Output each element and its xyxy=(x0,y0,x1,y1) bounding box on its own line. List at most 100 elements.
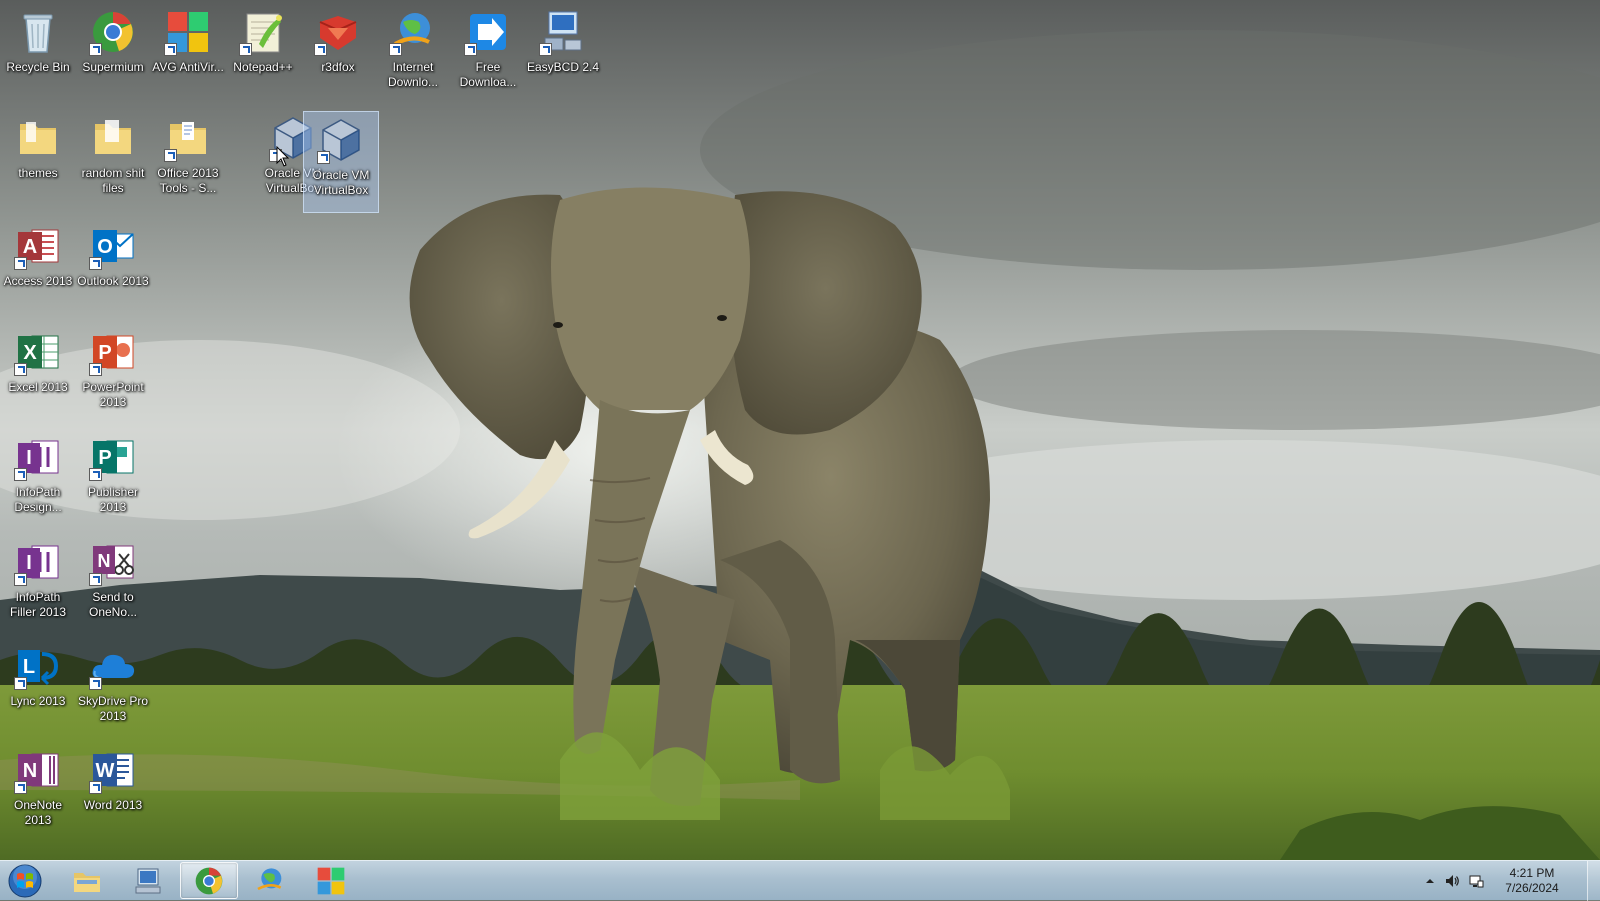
desktop-icon-random-files-folder[interactable]: random shit files xyxy=(76,110,150,210)
desktop-icon-label: themes xyxy=(18,166,58,180)
desktop-icon-excel[interactable]: X Excel 2013 xyxy=(1,324,75,424)
desktop-icon-word[interactable]: W Word 2013 xyxy=(76,742,150,842)
taskbar-internet-download-manager[interactable] xyxy=(241,862,299,899)
shortcut-arrow-icon xyxy=(239,43,252,56)
send-to-onenote-icon: N xyxy=(89,538,137,586)
supermium-icon xyxy=(195,867,223,894)
desktop-icon-label: InfoPath Design... xyxy=(14,485,62,514)
desktop-icon-notepad-plus-plus[interactable]: Notepad++ xyxy=(226,4,300,104)
desktop-icon-supermium[interactable]: Supermium xyxy=(76,4,150,104)
this-pc-icon xyxy=(135,868,161,893)
notepad-plus-plus-icon xyxy=(239,8,287,56)
desktop-icon-label: Recycle Bin xyxy=(6,60,70,74)
desktop-icon-label: Notepad++ xyxy=(233,60,293,74)
system-clock[interactable]: 4:21 PM 7/26/2024 xyxy=(1502,866,1562,896)
taskbar-avg-antivirus[interactable] xyxy=(302,862,360,899)
desktop-icon-r3dfox[interactable]: r3dfox xyxy=(301,4,375,104)
shortcut-arrow-icon xyxy=(317,151,330,164)
desktop-icon-label: Oracle VM VirtualBox xyxy=(312,168,370,197)
desktop-icon-free-download-manager[interactable]: Free Downloa... xyxy=(451,4,525,104)
show-desktop-button[interactable] xyxy=(1587,861,1600,901)
clock-date: 7/26/2024 xyxy=(1505,881,1559,895)
desktop-icon-onenote[interactable]: N OneNote 2013 xyxy=(1,742,75,842)
start-button[interactable] xyxy=(5,862,45,900)
desktop-icon-label: Supermium xyxy=(82,60,144,74)
folder-icon xyxy=(89,114,137,162)
lync-icon: L xyxy=(14,642,62,690)
desktop-icon-label: random shit files xyxy=(81,166,145,195)
desktop-icon-office-tools-folder[interactable]: Office 2013 Tools - S... xyxy=(151,110,225,210)
mouse-cursor-icon xyxy=(276,146,290,167)
shortcut-arrow-icon xyxy=(389,43,402,56)
r3dfox-icon xyxy=(314,8,362,56)
desktop-icon-access[interactable]: A Access 2013 xyxy=(1,218,75,318)
excel-icon: X xyxy=(14,328,62,376)
desktop-icon-recycle-bin[interactable]: Recycle Bin xyxy=(1,4,75,104)
svg-text:W: W xyxy=(96,760,115,782)
desktop-icon-label: Free Downloa... xyxy=(459,60,517,89)
shortcut-arrow-icon xyxy=(89,573,102,586)
svg-text:I: I xyxy=(26,552,32,574)
show-hidden-icons-chevron-icon[interactable] xyxy=(1422,873,1438,889)
shortcut-arrow-icon xyxy=(539,43,552,56)
svg-text:N: N xyxy=(98,551,111,571)
shortcut-arrow-icon xyxy=(14,257,27,270)
desktop-icon-easybcd[interactable]: EasyBCD 2.4 xyxy=(526,4,600,104)
desktop-icon-powerpoint[interactable]: P PowerPoint 2013 xyxy=(76,324,150,424)
desktop-icon-label: PowerPoint 2013 xyxy=(82,380,144,409)
word-icon: W xyxy=(89,746,137,794)
publisher-icon: P xyxy=(89,433,137,481)
office-tools-folder-icon xyxy=(164,114,212,162)
desktop-icon-infopath-filler[interactable]: I InfoPath Filler 2013 xyxy=(1,534,75,634)
svg-text:I: I xyxy=(26,447,32,469)
svg-text:A: A xyxy=(23,236,37,258)
desktop-icon-skydrive-pro[interactable]: SkyDrive Pro 2013 xyxy=(76,638,150,738)
svg-text:O: O xyxy=(97,236,113,258)
desktop-wallpaper xyxy=(0,0,1600,860)
desktop-icon-virtualbox-2[interactable]: Oracle VM VirtualBox xyxy=(303,111,379,213)
desktop-icon-infopath-designer[interactable]: I InfoPath Design... xyxy=(1,429,75,529)
clock-time: 4:21 PM xyxy=(1509,866,1555,880)
desktop-icon-avg-antivirus[interactable]: AVG AntiVir... xyxy=(151,4,225,104)
internet-download-manager-icon xyxy=(257,867,282,890)
avg-antivirus-icon xyxy=(164,8,212,56)
desktop-icon-label: OneNote 2013 xyxy=(13,798,63,827)
onenote-icon: N xyxy=(14,746,62,794)
svg-text:N: N xyxy=(23,760,37,782)
shortcut-arrow-icon xyxy=(14,781,27,794)
desktop-icon-label: Excel 2013 xyxy=(8,380,68,394)
windows-start-orb-icon xyxy=(8,864,42,898)
shortcut-arrow-icon xyxy=(89,43,102,56)
svg-text:X: X xyxy=(23,342,37,364)
desktop-icon-themes-folder[interactable]: themes xyxy=(1,110,75,210)
access-icon: A xyxy=(14,222,62,270)
desktop-icon-internet-download-manager[interactable]: Internet Downlo... xyxy=(376,4,450,104)
shortcut-arrow-icon xyxy=(314,43,327,56)
desktop-icon-label: Word 2013 xyxy=(83,798,143,812)
supermium-icon xyxy=(89,8,137,56)
network-icon[interactable] xyxy=(1468,873,1484,889)
infopath-designer-icon: I xyxy=(14,433,62,481)
taskbar-supermium[interactable] xyxy=(180,862,238,899)
desktop-icon-label: Publisher 2013 xyxy=(87,485,139,514)
volume-icon[interactable] xyxy=(1444,873,1460,889)
taskbar: 4:21 PM 7/26/2024 xyxy=(0,860,1600,901)
taskbar-this-pc[interactable] xyxy=(119,862,177,899)
taskbar-file-explorer[interactable] xyxy=(58,862,116,899)
svg-text:P: P xyxy=(98,342,111,364)
folder-icon xyxy=(14,114,62,162)
shortcut-arrow-icon xyxy=(14,363,27,376)
desktop-icon-label: Lync 2013 xyxy=(10,694,66,708)
desktop-icon-label: Outlook 2013 xyxy=(77,274,149,288)
shortcut-arrow-icon xyxy=(89,781,102,794)
desktop-icon-lync[interactable]: L Lync 2013 xyxy=(1,638,75,738)
desktop-icon-label: Access 2013 xyxy=(3,274,73,288)
desktop-icon-label: Internet Downlo... xyxy=(387,60,439,89)
shortcut-arrow-icon xyxy=(464,43,477,56)
svg-text:P: P xyxy=(98,447,111,469)
shortcut-arrow-icon xyxy=(14,468,27,481)
desktop-icon-outlook[interactable]: O Outlook 2013 xyxy=(76,218,150,318)
desktop-icon-publisher[interactable]: P Publisher 2013 xyxy=(76,429,150,529)
desktop-icon-send-to-onenote[interactable]: N Send to OneNo... xyxy=(76,534,150,634)
skydrive-pro-icon xyxy=(89,642,137,690)
